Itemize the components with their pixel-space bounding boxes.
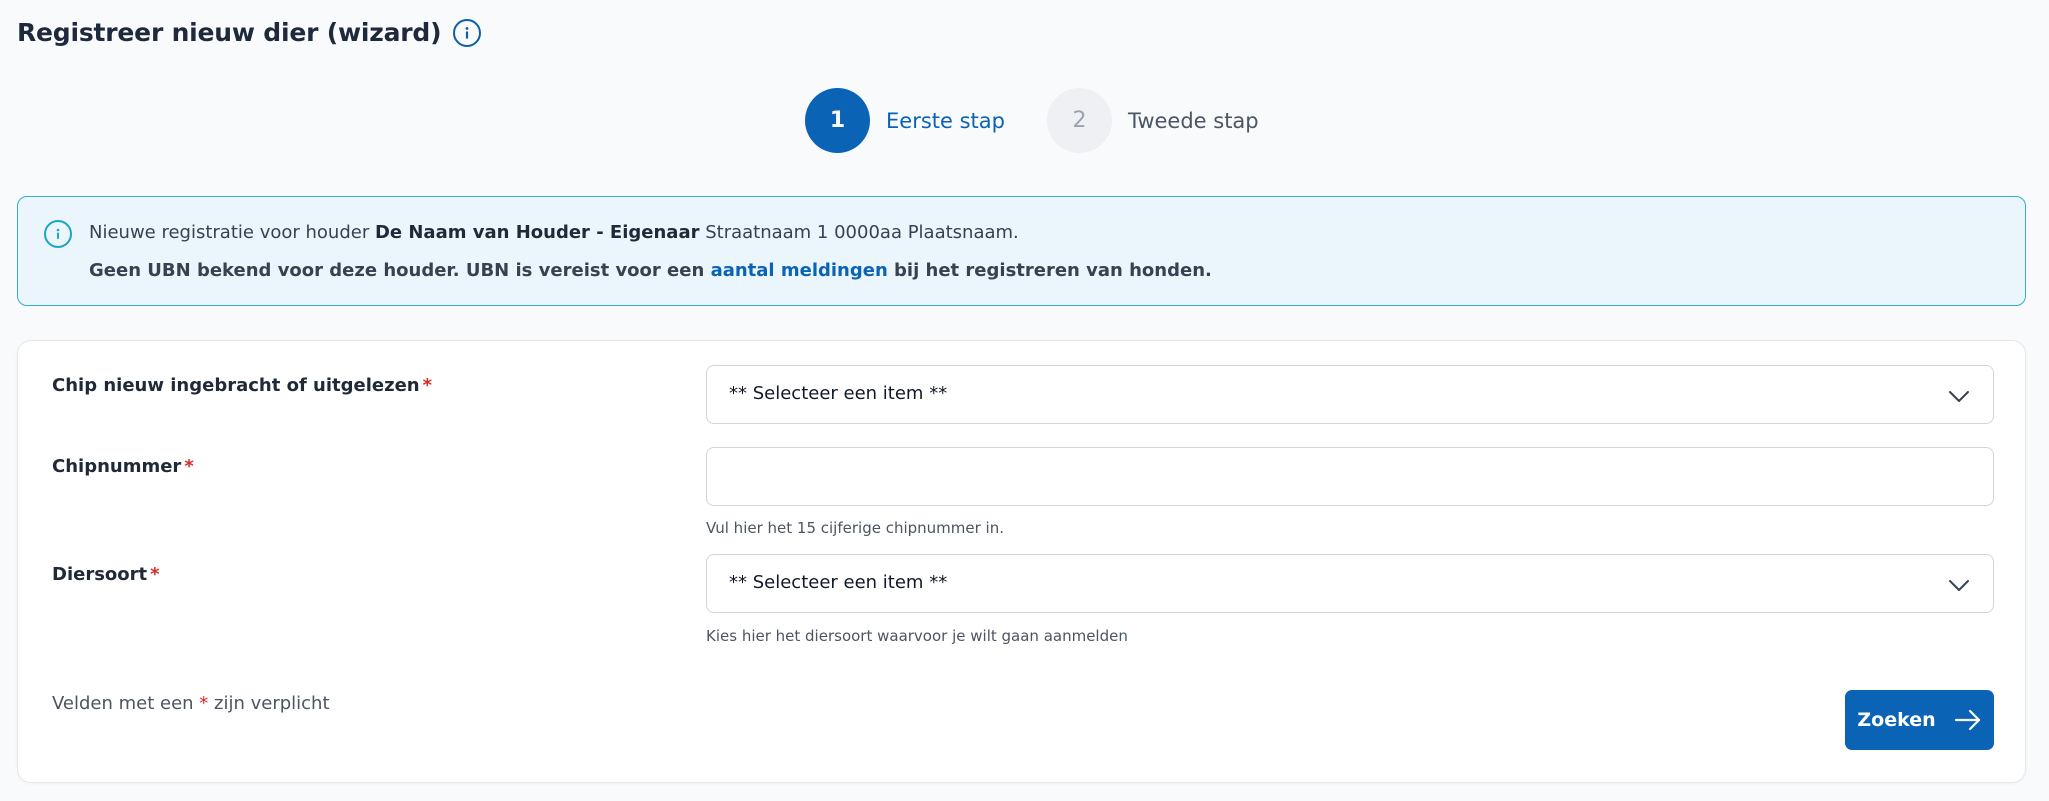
species-select[interactable]: ** Selecteer een item ** (706, 554, 1994, 613)
holder-name: De Naam van Houder - Eigenaar (374, 222, 700, 243)
step-number: 2 (1046, 88, 1112, 153)
arrow-right-icon (1954, 709, 1980, 731)
species-helper: Kies hier het diersoort waarvoor je wilt… (706, 627, 1128, 645)
step-number: 1 (805, 88, 870, 153)
registration-form: Chip nieuw ingebracht of uitgelezen * ** … (17, 340, 2026, 783)
required-mark: * (150, 564, 160, 585)
label-text: Chipnummer (52, 456, 182, 477)
search-button-label: Zoeken (1857, 709, 1936, 731)
note-text: Velden met een (52, 693, 200, 714)
page: Registreer nieuw dier (wizard) 1 Eerste … (0, 0, 2049, 801)
label-text: Diersoort (52, 564, 148, 585)
step-1[interactable]: 1 Eerste stap (805, 88, 1005, 153)
page-title: Registreer nieuw dier (wizard) (17, 18, 442, 47)
info-icon[interactable] (453, 18, 482, 47)
meldingen-link[interactable]: aantal meldingen (711, 260, 888, 281)
chip-method-select[interactable]: ** Selecteer een item ** (706, 365, 1994, 424)
step-2[interactable]: 2 Tweede stap (1046, 88, 1259, 153)
chevron-down-icon (1949, 391, 1969, 402)
label-text: Chip nieuw ingebracht of uitgelezen (52, 375, 420, 396)
step-label: Eerste stap (886, 108, 1005, 133)
alert-holder-text: Nieuwe registratie voor houder De Naam v… (89, 222, 1019, 243)
info-icon (44, 220, 72, 248)
chipnumber-helper: Vul hier het 15 cijferige chipnummer in. (706, 519, 1004, 537)
required-mark: * (184, 456, 194, 477)
alert-text: bij het registreren van honden. (887, 260, 1212, 281)
alert-text: Geen UBN bekend voor deze houder. UBN is… (89, 260, 711, 281)
select-value: ** Selecteer een item ** (729, 572, 948, 593)
chipnumber-label: Chipnummer * (52, 456, 194, 477)
note-text: zijn verplicht (208, 693, 330, 714)
required-fields-note: Velden met een * zijn verplicht (52, 693, 330, 714)
page-header: Registreer nieuw dier (wizard) (17, 18, 482, 47)
select-value: ** Selecteer een item ** (729, 383, 948, 404)
required-mark: * (422, 375, 433, 396)
species-label: Diersoort * (52, 564, 160, 585)
holder-address: Straatnaam 1 0000aa Plaatsnaam. (699, 222, 1019, 243)
alert-text: Nieuwe registratie voor houder (89, 222, 375, 243)
chevron-down-icon (1949, 580, 1969, 591)
search-button[interactable]: Zoeken (1845, 690, 1994, 750)
chipnumber-input[interactable] (706, 447, 1994, 506)
alert-ubn-text: Geen UBN bekend voor deze houder. UBN is… (89, 260, 1212, 281)
wizard-stepper: 1 Eerste stap 2 Tweede stap (805, 88, 1259, 153)
step-label: Tweede stap (1127, 108, 1259, 133)
chip-method-label: Chip nieuw ingebracht of uitgelezen * (52, 375, 432, 396)
info-alert: Nieuwe registratie voor houder De Naam v… (17, 196, 2026, 306)
required-mark: * (199, 693, 209, 714)
